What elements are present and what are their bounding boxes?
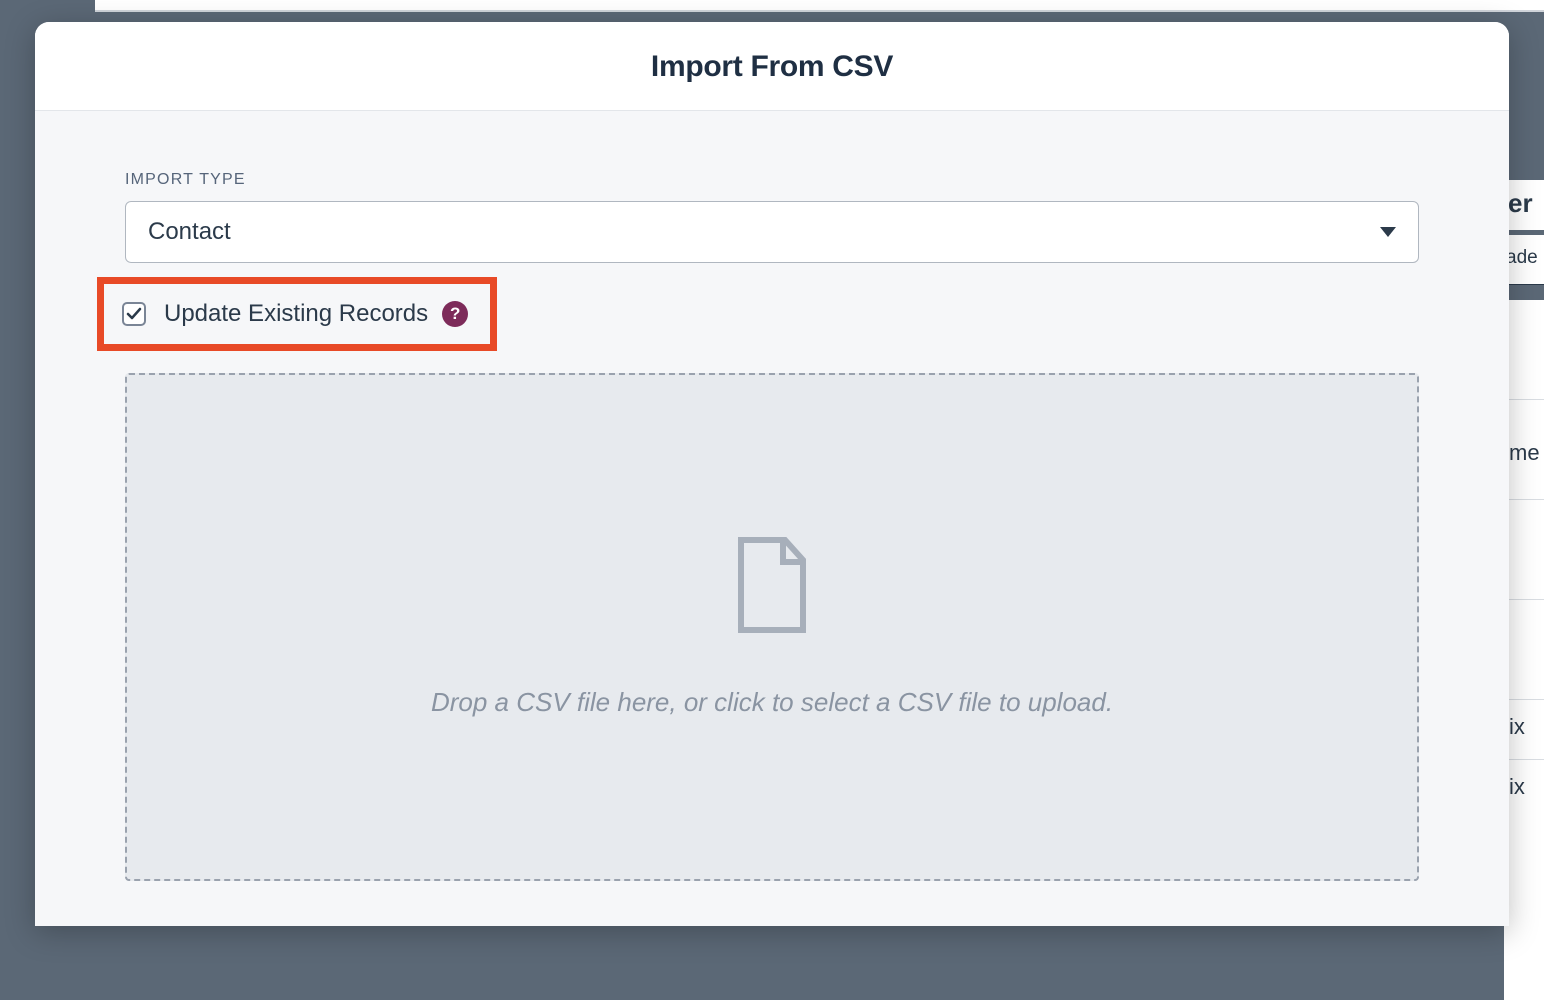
bg-row xyxy=(1504,500,1544,600)
import-type-label: IMPORT TYPE xyxy=(125,171,1419,189)
bg-row xyxy=(1504,300,1544,400)
bg-row xyxy=(1504,600,1544,700)
csv-dropzone[interactable]: Drop a CSV file here, or click to select… xyxy=(125,373,1419,881)
dropzone-text: Drop a CSV file here, or click to select… xyxy=(431,687,1113,718)
background-topbar xyxy=(95,0,1544,12)
chevron-down-icon xyxy=(1380,227,1396,237)
update-existing-highlight: Update Existing Records ? xyxy=(97,277,497,351)
modal-body: IMPORT TYPE Contact Update Existing Reco… xyxy=(35,111,1509,926)
bg-row: ix xyxy=(1504,700,1544,760)
import-type-value: Contact xyxy=(148,218,1380,246)
bg-subheader-fragment: ade xyxy=(1504,235,1544,285)
help-icon[interactable]: ? xyxy=(442,301,468,327)
import-type-select[interactable]: Contact xyxy=(125,201,1419,263)
import-csv-modal: Import From CSV IMPORT TYPE Contact Upda… xyxy=(35,22,1509,926)
bg-row: ix xyxy=(1504,760,1544,820)
update-existing-checkbox[interactable] xyxy=(122,302,146,326)
bg-header-fragment: er xyxy=(1504,180,1544,230)
file-icon xyxy=(731,536,813,639)
bg-table-fragment: me ix ix xyxy=(1504,300,1544,1000)
modal-header: Import From CSV xyxy=(35,22,1509,111)
check-icon xyxy=(126,306,142,322)
bg-row: me xyxy=(1504,400,1544,500)
modal-title: Import From CSV xyxy=(55,50,1489,84)
update-existing-label: Update Existing Records xyxy=(164,300,428,328)
